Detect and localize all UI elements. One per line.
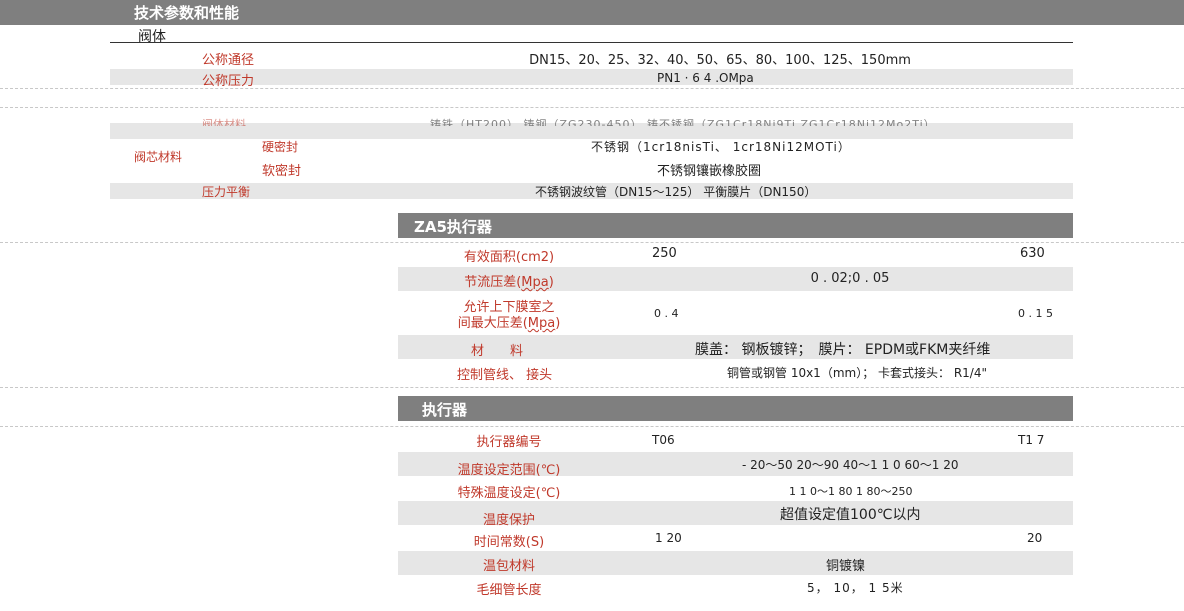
divider bbox=[0, 88, 1184, 89]
actuator-row-left: T06 bbox=[652, 433, 675, 447]
pressure-balance-label: 压力平衡 bbox=[202, 185, 251, 199]
za5-row-label: 间最大压差(Mpa) bbox=[457, 316, 561, 331]
actuator-title: 执行器 bbox=[422, 401, 468, 419]
actuator-row-label: 温度设定范围(℃) bbox=[457, 463, 561, 478]
core-material-label: 阀芯材料 bbox=[134, 150, 183, 164]
za5-row-right: 630 bbox=[1020, 246, 1045, 261]
pressure-balance-value: 不锈钢波纹管（DN15～125） 平衡膜片（DN150） bbox=[535, 185, 817, 199]
nominal-pressure-row bbox=[110, 69, 1073, 85]
za5-row-label: 节流压差(Mpa) bbox=[464, 275, 554, 290]
spec-title: 技术参数和性能 bbox=[134, 4, 240, 22]
za5-title: ZA5执行器 bbox=[414, 218, 492, 236]
actuator-row-label: 时间常数(S) bbox=[473, 535, 545, 550]
actuator-row-label: 毛细管长度 bbox=[476, 583, 542, 598]
nominal-pressure-value: PN1 · 6 4 .OMpa bbox=[657, 71, 754, 85]
za5-row-label: 控制管线、 接头 bbox=[457, 368, 553, 383]
divider bbox=[0, 107, 1184, 108]
actuator-row-label: 特殊温度设定(℃) bbox=[457, 486, 561, 501]
actuator-row-label: 温度保护 bbox=[482, 513, 535, 528]
za5-row-right: 0 . 1 5 bbox=[1018, 307, 1053, 320]
hard-seal-label: 硬密封 bbox=[262, 140, 299, 154]
za5-row-left: 250 bbox=[652, 246, 677, 261]
za5-header-bar bbox=[398, 213, 1073, 238]
hard-seal-value: 不锈钢（1cr18nisTi、 1cr18Ni12MOTi） bbox=[591, 140, 851, 154]
body-material-value: 铸铁（HT200） 铸钢（ZG230-450） 铸不锈钢（ZG1Cr18Ni9T… bbox=[430, 118, 936, 126]
soft-seal-value: 不锈钢镶嵌橡胶圈 bbox=[657, 164, 762, 179]
actuator-row-label: 温包材料 bbox=[482, 559, 535, 574]
actuator-row-center: 1 1 0～1 80 1 80～250 bbox=[789, 485, 913, 498]
actuator-row-center: 超值设定值100℃以内 bbox=[780, 507, 921, 523]
actuator-row-center: - 20～50 20～90 40～1 1 0 60～1 20 bbox=[742, 458, 959, 472]
nominal-pressure-label: 公称压力 bbox=[202, 74, 255, 89]
divider bbox=[0, 426, 1184, 427]
soft-seal-label: 软密封 bbox=[262, 164, 302, 179]
za5-row-center: 铜管或钢管 10x1（mm）； 卡套式接头： R1/4" bbox=[727, 366, 987, 380]
actuator-row-center: 铜镀镍 bbox=[826, 559, 866, 574]
za5-row-center: 0 . 02;0 . 05 bbox=[810, 271, 890, 286]
za5-row-label: 材 料 bbox=[471, 344, 524, 359]
za5-row-label: 有效面积(cm2) bbox=[463, 250, 555, 265]
valve-heading-rule bbox=[110, 42, 1073, 43]
actuator-row-left: 1 20 bbox=[655, 531, 682, 545]
divider bbox=[0, 242, 1184, 243]
actuator-row-right: 20 bbox=[1027, 531, 1043, 545]
body-material-label: 阀体材料 bbox=[202, 118, 246, 126]
za5-row-left: 0 . 4 bbox=[654, 307, 679, 320]
actuator-row-right: T1 7 bbox=[1018, 433, 1045, 447]
valve-body-heading: 阀体 bbox=[138, 29, 166, 45]
nominal-diameter-value: DN15、20、25、32、40、50、65、80、100、125、150mm bbox=[529, 53, 911, 68]
divider bbox=[0, 387, 1184, 388]
actuator-row-label: 执行器编号 bbox=[476, 435, 542, 450]
za5-row-center: 膜盖： 钢板镀锌； 膜片： EPDM或FKM夹纤维 bbox=[695, 342, 991, 358]
actuator-header-bar bbox=[398, 396, 1073, 421]
nominal-diameter-label: 公称通径 bbox=[202, 53, 255, 68]
actuator-row-center: 5， 10， 1 5米 bbox=[807, 581, 904, 595]
